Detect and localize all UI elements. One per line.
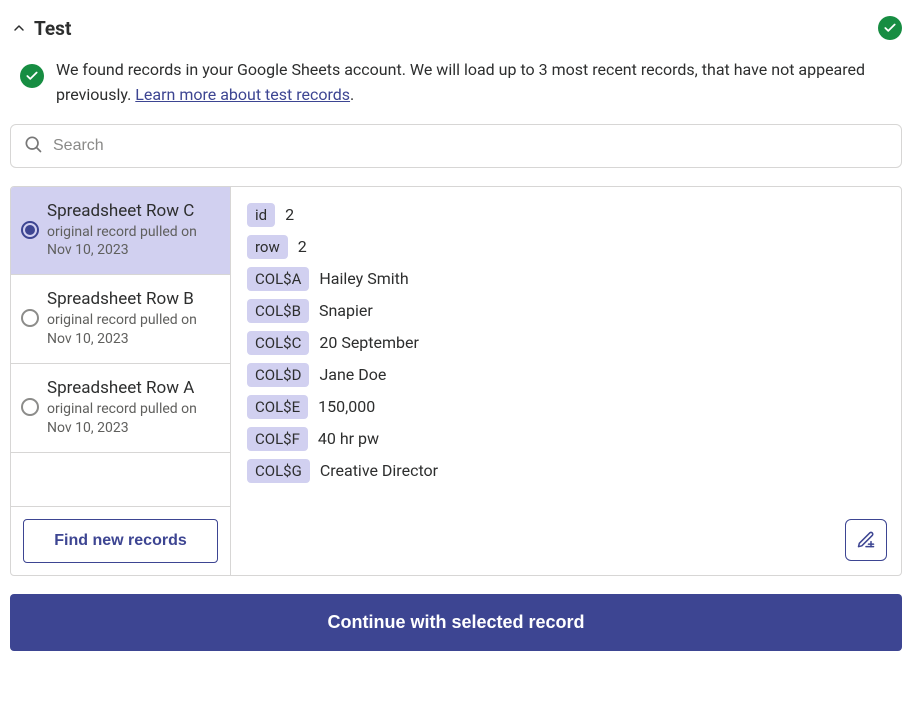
record-title: Spreadsheet Row A	[47, 378, 218, 398]
field-value: Snapier	[319, 301, 373, 320]
field-key: COL$A	[247, 267, 309, 291]
info-banner: We found records in your Google Sheets a…	[10, 54, 902, 124]
find-new-records-button[interactable]: Find new records	[23, 519, 218, 563]
edit-record-button[interactable]	[845, 519, 887, 561]
search-input[interactable]	[53, 137, 889, 155]
record-radio[interactable]	[21, 309, 39, 327]
field-key: COL$G	[247, 459, 310, 483]
banner-text-after: .	[350, 85, 354, 104]
field-value: 150,000	[318, 397, 375, 416]
section-title: Test	[34, 17, 71, 40]
record-item[interactable]: Spreadsheet Row Boriginal record pulled …	[11, 275, 230, 364]
field-value: Creative Director	[320, 461, 438, 480]
field-row: COL$C 20 September	[247, 331, 885, 355]
records-panel: Spreadsheet Row Coriginal record pulled …	[10, 186, 902, 576]
record-title: Spreadsheet Row C	[47, 201, 218, 221]
chevron-up-icon[interactable]	[10, 19, 28, 37]
field-key: COL$E	[247, 395, 308, 419]
field-value: 2	[298, 237, 307, 256]
search-icon	[23, 134, 43, 158]
field-key: COL$D	[247, 363, 309, 387]
record-radio[interactable]	[21, 221, 39, 239]
record-radio[interactable]	[21, 398, 39, 416]
field-row: COL$F 40 hr pw	[247, 427, 885, 451]
field-row: COL$G Creative Director	[247, 459, 885, 483]
field-value: Jane Doe	[319, 365, 386, 384]
field-value: 40 hr pw	[318, 429, 379, 448]
continue-button[interactable]: Continue with selected record	[10, 594, 902, 651]
field-key: COL$F	[247, 427, 308, 451]
records-sidebar: Spreadsheet Row Coriginal record pulled …	[11, 187, 231, 575]
learn-more-link[interactable]: Learn more about test records	[135, 85, 350, 104]
record-item[interactable]: Spreadsheet Row Aoriginal record pulled …	[11, 364, 230, 453]
search-field[interactable]	[10, 124, 902, 168]
field-row: COL$A Hailey Smith	[247, 267, 885, 291]
field-row: COL$D Jane Doe	[247, 363, 885, 387]
field-row: id 2	[247, 203, 885, 227]
record-detail: id2row2COL$AHailey SmithCOL$BSnapierCOL$…	[231, 187, 901, 575]
field-value: Hailey Smith	[319, 269, 408, 288]
field-value: 20 September	[319, 333, 419, 352]
record-subtitle: original record pulled on Nov 10, 2023	[47, 223, 218, 261]
record-item[interactable]: Spreadsheet Row Coriginal record pulled …	[11, 187, 230, 276]
record-subtitle: original record pulled on Nov 10, 2023	[47, 311, 218, 349]
record-subtitle: original record pulled on Nov 10, 2023	[47, 400, 218, 438]
field-key: COL$C	[247, 331, 309, 355]
field-row: COL$E 150,000	[247, 395, 885, 419]
success-check-icon	[878, 16, 902, 40]
field-value: 2	[285, 205, 294, 224]
record-title: Spreadsheet Row B	[47, 289, 218, 309]
field-key: id	[247, 203, 275, 227]
check-circle-icon	[20, 64, 44, 88]
field-key: row	[247, 235, 288, 259]
field-key: COL$B	[247, 299, 309, 323]
sidebar-spacer	[11, 453, 230, 507]
field-row: COL$B Snapier	[247, 299, 885, 323]
field-row: row 2	[247, 235, 885, 259]
section-header: Test	[10, 10, 902, 54]
